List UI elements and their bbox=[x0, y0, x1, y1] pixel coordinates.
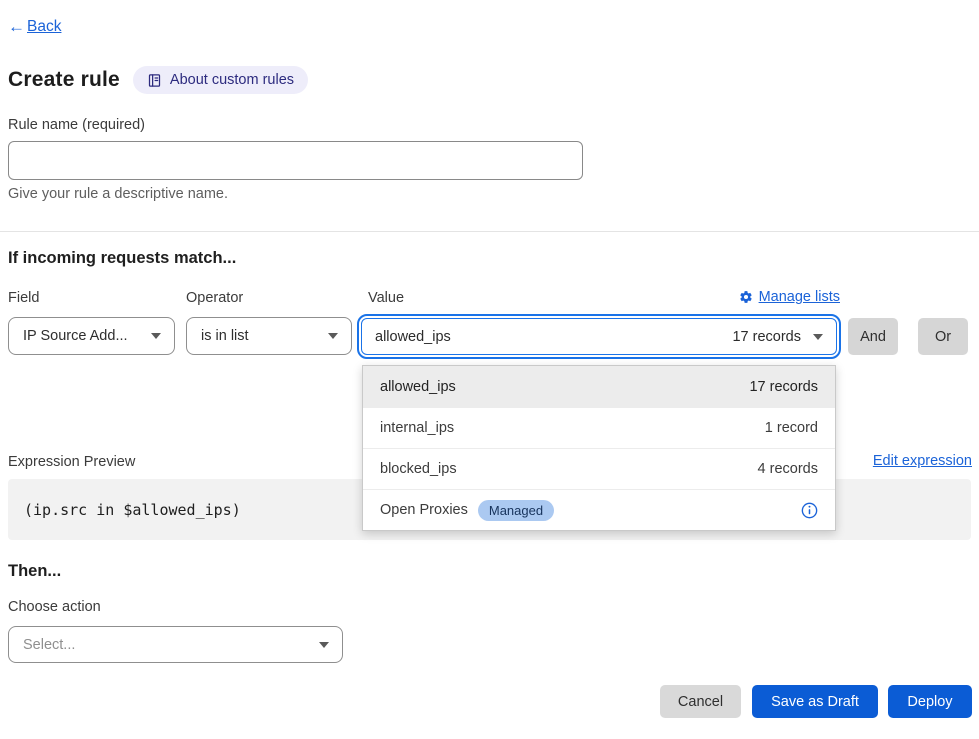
back-arrow-icon: ← bbox=[8, 17, 25, 37]
option-meta: 1 record bbox=[765, 420, 818, 436]
option-meta: 4 records bbox=[758, 461, 818, 477]
value-select[interactable]: allowed_ips 17 records bbox=[361, 318, 837, 355]
option-meta: 17 records bbox=[749, 379, 818, 395]
section-divider bbox=[0, 231, 979, 232]
option-name: Open Proxies bbox=[380, 502, 468, 518]
chevron-down-icon bbox=[813, 334, 823, 340]
manage-lists-link[interactable]: Manage lists bbox=[739, 289, 840, 305]
option-name: allowed_ips bbox=[380, 379, 456, 395]
action-select-placeholder: Select... bbox=[23, 637, 75, 653]
or-button[interactable]: Or bbox=[918, 318, 968, 355]
cancel-button[interactable]: Cancel bbox=[660, 685, 741, 718]
save-as-draft-button[interactable]: Save as Draft bbox=[752, 685, 878, 718]
rule-name-label: Rule name (required) bbox=[8, 117, 145, 133]
value-select-focus-ring: allowed_ips 17 records bbox=[357, 314, 841, 359]
page-title: Create rule bbox=[8, 68, 120, 92]
option-name: blocked_ips bbox=[380, 461, 457, 477]
about-custom-rules-link[interactable]: About custom rules bbox=[133, 66, 308, 94]
chevron-down-icon bbox=[151, 333, 161, 339]
manage-lists-label: Manage lists bbox=[759, 289, 840, 305]
managed-badge: Managed bbox=[478, 500, 554, 521]
dropdown-option-open-proxies[interactable]: Open Proxies Managed bbox=[363, 489, 835, 530]
value-label: Value bbox=[368, 290, 404, 306]
chevron-down-icon bbox=[328, 333, 338, 339]
rule-name-helper: Give your rule a descriptive name. bbox=[8, 186, 228, 202]
rule-name-input[interactable] bbox=[8, 141, 583, 180]
value-dropdown-panel: allowed_ips 17 records internal_ips 1 re… bbox=[362, 365, 836, 531]
edit-expression-link[interactable]: Edit expression bbox=[873, 453, 972, 469]
field-select-value: IP Source Add... bbox=[23, 328, 128, 344]
back-link[interactable]: ← Back bbox=[8, 17, 61, 37]
chevron-down-icon bbox=[319, 642, 329, 648]
info-icon[interactable] bbox=[801, 502, 818, 519]
dropdown-option-internal-ips[interactable]: internal_ips 1 record bbox=[363, 407, 835, 448]
back-label: Back bbox=[27, 18, 61, 36]
and-button[interactable]: And bbox=[848, 318, 898, 355]
book-icon bbox=[147, 73, 162, 88]
match-section-heading: If incoming requests match... bbox=[8, 249, 236, 268]
field-label: Field bbox=[8, 290, 39, 306]
operator-select[interactable]: is in list bbox=[186, 317, 352, 355]
title-row: Create rule About custom rules bbox=[8, 66, 308, 94]
field-select[interactable]: IP Source Add... bbox=[8, 317, 175, 355]
value-select-value: allowed_ips bbox=[375, 329, 451, 345]
deploy-button[interactable]: Deploy bbox=[888, 685, 972, 718]
dropdown-option-allowed-ips[interactable]: allowed_ips 17 records bbox=[363, 366, 835, 407]
expression-preview-label: Expression Preview bbox=[8, 454, 135, 470]
operator-select-value: is in list bbox=[201, 328, 249, 344]
choose-action-label: Choose action bbox=[8, 599, 101, 615]
option-name: internal_ips bbox=[380, 420, 454, 436]
dropdown-option-blocked-ips[interactable]: blocked_ips 4 records bbox=[363, 448, 835, 489]
then-section-heading: Then... bbox=[8, 562, 61, 581]
operator-label: Operator bbox=[186, 290, 243, 306]
expression-code: (ip.src in $allowed_ips) bbox=[24, 501, 241, 519]
about-badge-label: About custom rules bbox=[170, 72, 294, 88]
gear-icon bbox=[739, 290, 753, 304]
action-select[interactable]: Select... bbox=[8, 626, 343, 663]
value-select-meta: 17 records bbox=[732, 329, 801, 345]
